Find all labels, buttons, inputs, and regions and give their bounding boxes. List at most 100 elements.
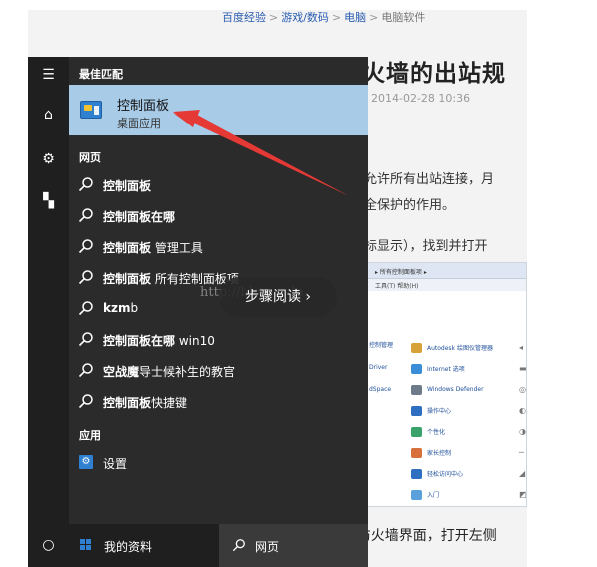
settings-app-icon: ⚙ (79, 455, 93, 469)
best-match-name: 控制面板 (117, 99, 170, 114)
cortana-icon[interactable]: ○ (28, 524, 69, 567)
cp-left-item: 控制管理 (369, 342, 394, 349)
web-result-bold: 控制面板在哪 (103, 334, 176, 348)
control-panel-icon (80, 101, 102, 119)
web-result-rest: 管理工具 (151, 241, 203, 255)
cp-item-label: 个性化 (427, 429, 446, 436)
cp-right-glyph-icon: ◢ (519, 469, 526, 478)
cp-item-label: Autodesk 绘图仪管理器 (427, 345, 493, 352)
cp-item-label: 操作中心 (427, 408, 452, 415)
cp-right-glyph-icon: ◐ (519, 406, 526, 415)
best-match-control-panel[interactable]: 控制面板 桌面应用 (69, 85, 368, 135)
web-result-item[interactable]: 控制面板快捷键 (69, 386, 368, 417)
web-header: 网页 (79, 151, 101, 164)
windows-logo-icon (80, 539, 92, 551)
web-result-text: 控制面板 管理工具 (103, 239, 203, 256)
screenshot-stage: 百度经验 > 游戏/数码 > 电脑 > 电脑软件 防火墙的出站规 更新：2014-02-28… (0, 0, 597, 567)
search-icon (78, 176, 94, 192)
cp-left-item: Driver (369, 364, 388, 371)
search-icon (232, 539, 245, 552)
web-result-text: 控制面板快捷键 (103, 394, 187, 411)
cp-item: 个性化 (411, 421, 493, 442)
best-match-header: 最佳匹配 (79, 68, 123, 81)
cp-item-icon (411, 405, 422, 416)
search-icon (78, 300, 94, 316)
breadcrumb-item-games[interactable]: 游戏/数码 (281, 11, 329, 24)
cp-item: Windows Defender (411, 379, 493, 400)
cp-right-glyph-icon: ◩ (519, 490, 527, 499)
cp-item-icon (411, 489, 422, 500)
my-stuff-button[interactable]: 我的资料 (69, 524, 219, 567)
web-result-bold: kzm (103, 301, 131, 315)
cp-item: 轻松访问中心 (411, 463, 493, 484)
start-rail: ☰ ⌂ ⚙ ▚ (28, 57, 69, 567)
cp-right-glyph-icon: ▬ (519, 364, 527, 373)
cp-right-glyph-icon: ─ (519, 448, 524, 457)
web-result-item[interactable]: 控制面板在哪 win10 (69, 324, 368, 355)
breadcrumb-item-software: 电脑软件 (381, 11, 426, 24)
web-result-item[interactable]: 控制面板 (69, 169, 368, 200)
web-result-text: 空战魔导士候补生的教官 (103, 363, 235, 380)
web-result-rest: 导士候补生的教官 (139, 365, 236, 379)
settings-gear-icon[interactable]: ⚙ (28, 151, 69, 167)
cp-item-icon (411, 447, 422, 458)
cp-right-glyph-icon: ◑ (519, 427, 526, 436)
cp-item-label: Windows Defender (427, 386, 484, 393)
cp-item-label: 家长控制 (427, 450, 452, 457)
search-icon (78, 207, 94, 223)
web-search-button[interactable]: 网页 (219, 524, 368, 567)
cp-item-label: 入门 (427, 492, 440, 499)
cp-item: 家长控制 (411, 442, 493, 463)
feedback-icon[interactable]: ▚ (28, 193, 69, 209)
best-match-subtitle: 桌面应用 (117, 117, 161, 130)
cp-item: Internet 选项 (411, 358, 493, 379)
breadcrumb-separator: > (369, 11, 379, 24)
web-result-rest: 快捷键 (151, 396, 188, 410)
web-result-bold: 控制面板 (103, 396, 152, 410)
cp-item-icon (411, 363, 422, 374)
web-result-rest: win10 (175, 334, 215, 348)
breadcrumb-separator: > (269, 11, 279, 24)
cp-item-label: 轻松访问中心 (427, 471, 464, 478)
search-filter-bar: 我的资料 网页 (69, 524, 368, 567)
breadcrumb-separator: > (331, 11, 342, 24)
web-result-text: 控制面板在哪 (103, 208, 175, 225)
web-result-text: 控制面板在哪 win10 (103, 332, 215, 349)
web-result-item[interactable]: 空战魔导士候补生的教官 (69, 355, 368, 386)
search-icon (78, 269, 94, 285)
cp-right-column: ◂ ▬ ◎ ◐ ◑ ─ ◢ ◩ (519, 337, 527, 505)
search-icon (78, 362, 94, 378)
settings-label: 设置 (103, 457, 128, 471)
web-result-bold: 控制面板 (103, 272, 152, 286)
web-result-item[interactable]: 控制面板 管理工具 (69, 231, 368, 262)
web-result-bold: 控制面板 (103, 241, 152, 255)
search-icon (78, 393, 94, 409)
cp-item-icon (411, 384, 422, 395)
cp-item: Autodesk 绘图仪管理器 (411, 337, 493, 358)
cp-item-icon (411, 342, 422, 353)
web-result-item[interactable]: 控制面板在哪 (69, 200, 368, 231)
web-result-rest: b (130, 301, 139, 315)
breadcrumb-item-baidu[interactable]: 百度经验 (222, 11, 266, 24)
breadcrumb: 百度经验 > 游戏/数码 > 电脑 > 电脑软件 (222, 9, 425, 25)
home-icon[interactable]: ⌂ (28, 107, 69, 123)
app-settings[interactable]: ⚙ 设置 (69, 450, 368, 478)
breadcrumb-item-computer[interactable]: 电脑 (344, 11, 366, 24)
cp-left-item: dSpace (369, 386, 392, 393)
cp-item-icon (411, 468, 422, 479)
hamburger-icon[interactable]: ☰ (28, 67, 69, 83)
cp-right-glyph-icon: ◎ (519, 385, 526, 394)
step-reading-button[interactable]: 步骤阅读 › (219, 277, 337, 317)
web-search-label: 网页 (255, 540, 280, 554)
web-result-bold: 控制面板在哪 (103, 210, 176, 224)
web-result-text: kzmb (103, 301, 138, 315)
cp-item-label: Internet 选项 (427, 366, 465, 373)
web-result-text: 控制面板 (103, 177, 151, 194)
apps-header: 应用 (79, 429, 101, 442)
cp-right-glyph-icon: ◂ (519, 343, 524, 352)
web-result-bold: 控制面板 (103, 179, 152, 193)
web-result-bold: 空战魔 (103, 365, 140, 379)
cp-item-icon (411, 426, 422, 437)
search-icon (78, 238, 94, 254)
cp-item: 操作中心 (411, 400, 493, 421)
